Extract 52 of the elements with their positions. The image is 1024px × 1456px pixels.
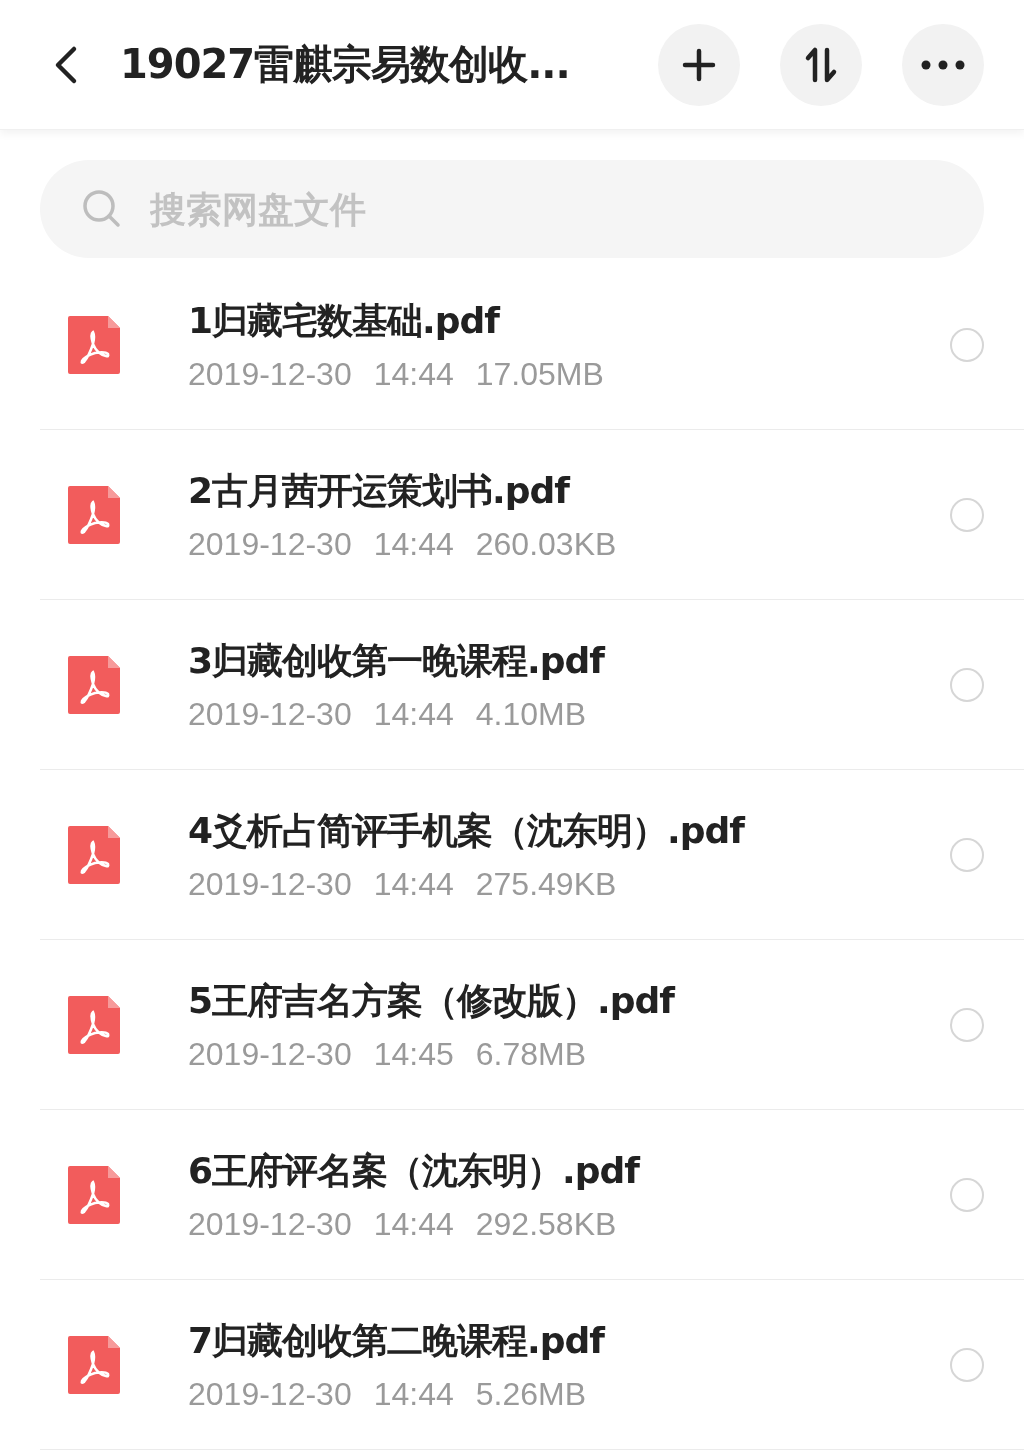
file-size: 275.49KB bbox=[475, 865, 617, 903]
file-date: 2019-12-30 bbox=[188, 525, 352, 563]
select-radio[interactable] bbox=[950, 837, 984, 872]
file-size: 4.10MB bbox=[475, 695, 587, 733]
file-date: 2019-12-30 bbox=[188, 1375, 352, 1413]
file-row[interactable]: 2古月茜开运策划书.pdf 2019-12-30 14:44 260.03KB bbox=[40, 430, 1024, 600]
file-time: 14:44 bbox=[373, 355, 454, 393]
file-name: 4爻析占简评手机案（沈东明）.pdf bbox=[188, 808, 747, 853]
file-name: 1归藏宅数基础.pdf bbox=[188, 298, 502, 343]
file-size: 17.05MB bbox=[475, 355, 604, 393]
file-time: 14:45 bbox=[373, 1035, 454, 1073]
select-radio[interactable] bbox=[950, 1007, 984, 1042]
file-time: 14:44 bbox=[373, 1375, 454, 1413]
file-date: 2019-12-30 bbox=[188, 1205, 352, 1243]
file-size: 5.26MB bbox=[475, 1375, 587, 1413]
select-radio[interactable] bbox=[950, 1347, 984, 1382]
file-name: 7归藏创收第二晚课程.pdf bbox=[188, 1318, 607, 1363]
pdf-file-icon bbox=[68, 825, 120, 884]
select-radio[interactable] bbox=[950, 497, 984, 532]
file-name: 3归藏创收第一晚课程.pdf bbox=[188, 638, 607, 683]
pdf-file-icon bbox=[68, 1165, 120, 1224]
file-row[interactable]: 4爻析占简评手机案（沈东明）.pdf 2019-12-30 14:44 275.49KB bbox=[40, 770, 1024, 940]
file-row[interactable]: 7归藏创收第二晚课程.pdf 2019-12-30 14:44 5.26MB bbox=[40, 1280, 1024, 1450]
pdf-file-icon bbox=[68, 485, 120, 544]
file-date: 2019-12-30 bbox=[188, 1035, 352, 1073]
plus-icon bbox=[682, 47, 716, 82]
file-time: 14:44 bbox=[373, 1205, 454, 1243]
file-size: 6.78MB bbox=[475, 1035, 587, 1073]
select-radio[interactable] bbox=[950, 327, 984, 362]
pdf-file-icon bbox=[68, 315, 120, 374]
pdf-file-icon bbox=[68, 655, 120, 714]
file-size: 260.03KB bbox=[475, 525, 617, 563]
select-radio[interactable] bbox=[950, 667, 984, 702]
select-radio[interactable] bbox=[950, 1177, 984, 1212]
file-row[interactable]: 3归藏创收第一晚课程.pdf 2019-12-30 14:44 4.10MB bbox=[40, 600, 1024, 770]
folder-title: 19027雷麒宗易数创收... bbox=[120, 40, 571, 89]
file-name: 6王府评名案（沈东明）.pdf bbox=[188, 1148, 642, 1193]
more-icon bbox=[921, 59, 965, 70]
file-name: 2古月茜开运策划书.pdf bbox=[188, 468, 572, 513]
file-row[interactable]: 5王府吉名方案（修改版）.pdf 2019-12-30 14:45 6.78MB bbox=[40, 940, 1024, 1110]
pdf-file-icon bbox=[68, 1335, 120, 1394]
file-time: 14:44 bbox=[373, 525, 454, 563]
file-date: 2019-12-30 bbox=[188, 355, 352, 393]
file-row[interactable]: 6王府评名案（沈东明）.pdf 2019-12-30 14:44 292.58KB bbox=[40, 1110, 1024, 1280]
file-date: 2019-12-30 bbox=[188, 865, 352, 903]
file-time: 14:44 bbox=[373, 865, 454, 903]
pdf-file-icon bbox=[68, 995, 120, 1054]
file-size: 292.58KB bbox=[475, 1205, 617, 1243]
file-name: 5王府吉名方案（修改版）.pdf bbox=[188, 978, 677, 1023]
file-time: 14:44 bbox=[373, 695, 454, 733]
file-row[interactable]: 1归藏宅数基础.pdf 2019-12-30 14:44 17.05MB bbox=[40, 260, 1024, 430]
file-date: 2019-12-30 bbox=[188, 695, 352, 733]
